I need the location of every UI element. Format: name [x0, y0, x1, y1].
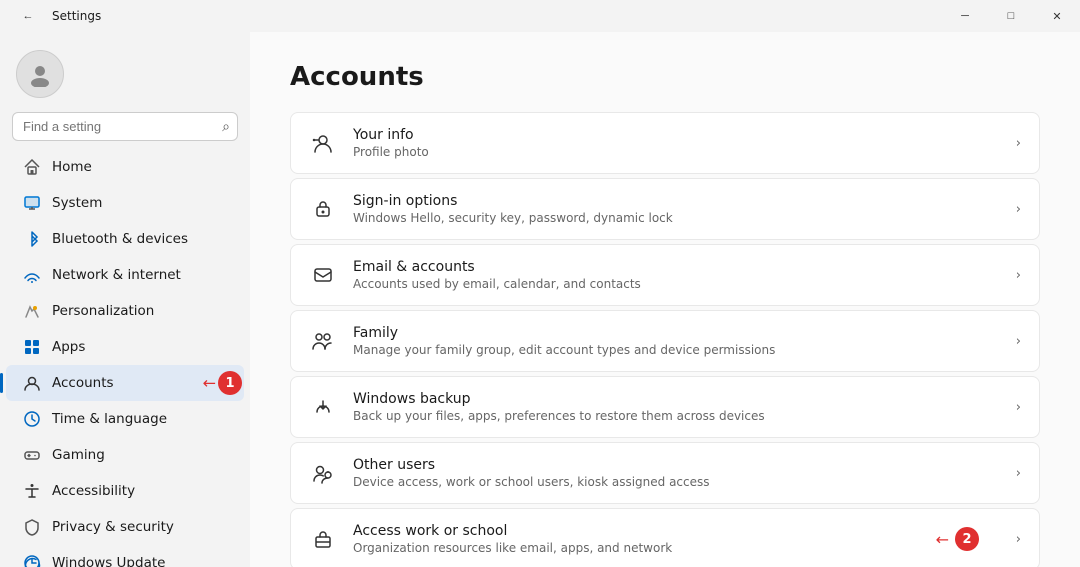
back-button[interactable]: ← — [12, 0, 44, 32]
close-button[interactable]: ✕ — [1034, 0, 1080, 32]
family-icon — [309, 327, 337, 355]
titlebar-title: Settings — [52, 9, 101, 23]
sidebar-item-label: Time & language — [52, 411, 167, 427]
sidebar-item-label: System — [52, 195, 102, 211]
minimize-icon: ─ — [961, 10, 969, 22]
sidebar-item-gaming[interactable]: Gaming — [6, 437, 244, 473]
sidebar-item-label: Personalization — [52, 303, 154, 319]
windows-backup-title: Windows backup — [353, 391, 765, 407]
chevron-right-icon: › — [1016, 136, 1021, 151]
sidebar-item-apps[interactable]: Apps — [6, 329, 244, 365]
sidebar-item-label: Gaming — [52, 447, 105, 463]
search-box[interactable]: ⌕ — [12, 112, 238, 141]
sidebar-item-label: Home — [52, 159, 92, 175]
bluetooth-icon — [22, 229, 42, 249]
close-icon: ✕ — [1052, 10, 1061, 23]
titlebar-controls: ─ □ ✕ — [942, 0, 1080, 32]
personalization-icon — [22, 301, 42, 321]
chevron-right-icon: › — [1016, 400, 1021, 415]
settings-item-other-users[interactable]: Other users Device access, work or school… — [290, 442, 1040, 504]
gaming-icon — [22, 445, 42, 465]
windows-backup-icon — [309, 393, 337, 421]
sign-in-options-title: Sign-in options — [353, 193, 673, 209]
sign-in-options-desc: Windows Hello, security key, password, d… — [353, 211, 673, 225]
sidebar-item-label: Apps — [52, 339, 85, 355]
sidebar-item-label: Network & internet — [52, 267, 181, 283]
email-accounts-icon — [309, 261, 337, 289]
avatar — [16, 50, 64, 98]
email-accounts-desc: Accounts used by email, calendar, and co… — [353, 277, 641, 291]
family-title: Family — [353, 325, 775, 341]
chevron-right-icon: › — [1016, 334, 1021, 349]
sidebar: ⌕ Home System Bluetooth & devices Network &… — [0, 32, 250, 567]
home-icon — [22, 157, 42, 177]
your-info-desc: Profile photo — [353, 145, 429, 159]
windows-update-icon — [22, 553, 42, 567]
sidebar-item-accessibility[interactable]: Accessibility — [6, 473, 244, 509]
windows-backup-desc: Back up your files, apps, preferences to… — [353, 409, 765, 423]
family-desc: Manage your family group, edit account t… — [353, 343, 775, 357]
sidebar-item-network[interactable]: Network & internet — [6, 257, 244, 293]
accounts-icon — [22, 373, 42, 393]
page-title: Accounts — [290, 62, 1040, 92]
annotation-2: 2 — [955, 527, 979, 551]
access-work-icon — [309, 525, 337, 553]
main-content: Accounts Your infoProfile photo›Sign-in … — [250, 32, 1080, 567]
maximize-icon: □ — [1008, 10, 1015, 22]
sidebar-item-label: Bluetooth & devices — [52, 231, 188, 247]
sidebar-item-accounts[interactable]: Accounts — [6, 365, 244, 401]
titlebar: ← Settings ─ □ ✕ — [0, 0, 1080, 32]
sidebar-item-label: Accounts — [52, 375, 114, 391]
settings-item-windows-backup[interactable]: Windows backup Back up your files, apps, … — [290, 376, 1040, 438]
apps-icon — [22, 337, 42, 357]
sidebar-item-label: Privacy & security — [52, 519, 174, 535]
chevron-right-icon: › — [1016, 268, 1021, 283]
sidebar-item-home[interactable]: Home — [6, 149, 244, 185]
sidebar-item-system[interactable]: System — [6, 185, 244, 221]
settings-item-family[interactable]: Family Manage your family group, edit acc… — [290, 310, 1040, 372]
system-icon — [22, 193, 42, 213]
settings-item-your-info[interactable]: Your info Profile photo › — [290, 112, 1040, 174]
sidebar-item-label: Windows Update — [52, 555, 165, 567]
settings-item-sign-in-options[interactable]: Sign-in options Windows Hello, security k… — [290, 178, 1040, 240]
network-icon — [22, 265, 42, 285]
email-accounts-title: Email & accounts — [353, 259, 641, 275]
annotation-2-arrow: ← — [936, 530, 949, 549]
accessibility-icon — [22, 481, 42, 501]
titlebar-left: ← Settings — [12, 0, 101, 32]
app-body: ⌕ Home System Bluetooth & devices Network &… — [0, 32, 1080, 567]
other-users-desc: Device access, work or school users, kio… — [353, 475, 710, 489]
search-input[interactable] — [12, 112, 238, 141]
other-users-icon — [309, 459, 337, 487]
sidebar-nav: Home System Bluetooth & devices Network & i… — [0, 149, 250, 567]
sidebar-item-personalization[interactable]: Personalization — [6, 293, 244, 329]
avatar-area[interactable] — [0, 40, 250, 108]
maximize-button[interactable]: □ — [988, 0, 1034, 32]
time-icon — [22, 409, 42, 429]
privacy-icon — [22, 517, 42, 537]
sidebar-item-time[interactable]: Time & language — [6, 401, 244, 437]
settings-list: Your info Profile photo › Sign-in options Wi… — [290, 112, 1040, 567]
chevron-right-icon: › — [1016, 202, 1021, 217]
sidebar-item-windows-update[interactable]: Windows Update — [6, 545, 244, 567]
settings-item-email-accounts[interactable]: Email & accounts Accounts used by email, … — [290, 244, 1040, 306]
access-work-desc: Organization resources like email, apps,… — [353, 541, 672, 555]
settings-item-access-work[interactable]: Access work or school Organization resour… — [290, 508, 1040, 567]
minimize-button[interactable]: ─ — [942, 0, 988, 32]
your-info-title: Your info — [353, 127, 429, 143]
access-work-title: Access work or school — [353, 523, 672, 539]
sidebar-item-label: Accessibility — [52, 483, 135, 499]
other-users-title: Other users — [353, 457, 710, 473]
sign-in-options-icon — [309, 195, 337, 223]
your-info-icon — [309, 129, 337, 157]
back-icon: ← — [23, 10, 34, 22]
sidebar-item-privacy[interactable]: Privacy & security — [6, 509, 244, 545]
sidebar-item-bluetooth[interactable]: Bluetooth & devices — [6, 221, 244, 257]
chevron-right-icon: › — [1016, 466, 1021, 481]
chevron-right-icon: › — [1016, 532, 1021, 547]
